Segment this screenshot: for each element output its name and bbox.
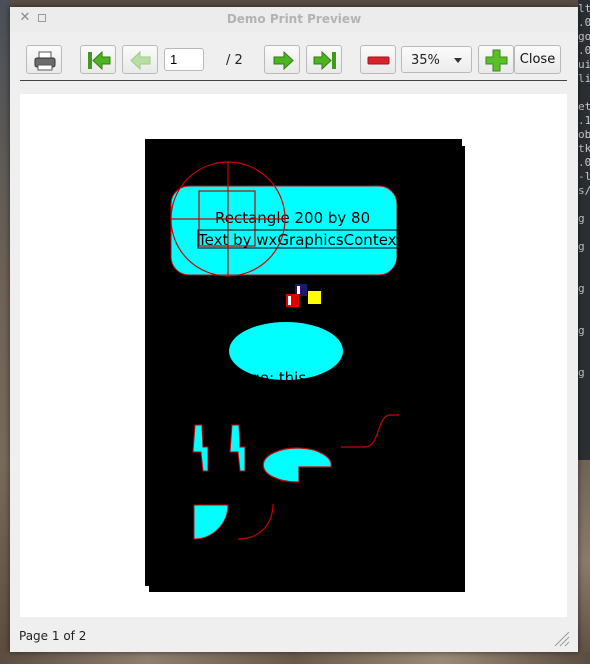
desktop-background-bottom — [0, 652, 590, 664]
first-page-button[interactable] — [80, 45, 116, 74]
bitmap-red-mark — [288, 296, 291, 305]
title-bar[interactable]: ✕ Demo Print Preview — [10, 7, 578, 32]
terminal-line: -l — [578, 170, 590, 183]
arrow-shape-1 — [192, 424, 209, 472]
desktop-background-left — [0, 0, 10, 664]
close-button[interactable]: Close — [514, 45, 561, 74]
last-page-button[interactable] — [306, 45, 342, 74]
terminal-text: ltk-3.0 -I/usr/include/at-spi2-atk/2.0 -… — [578, 2, 590, 380]
zoom-value: 35% — [411, 53, 440, 68]
bitmap-yellow — [308, 291, 321, 304]
previous-page-button[interactable] — [122, 45, 158, 74]
page-preview: Rectangle 200 by 80 Text by wxGraphicsCo… — [145, 139, 462, 586]
terminal-line: ltk-3.0 -I/usr/include/at-spi2-atk/2.0 -… — [578, 2, 590, 15]
status-bar-text: Page 1 of 2 — [19, 629, 87, 643]
terminal-line: g — [578, 240, 585, 253]
zoom-select[interactable]: 35% — [401, 46, 472, 73]
page-total-label: / 2 — [226, 53, 243, 68]
terminal-line: g — [578, 366, 585, 379]
go-last-icon — [313, 50, 336, 71]
bezier-line — [341, 414, 399, 448]
arrow-shape-2 — [229, 424, 246, 472]
go-previous-icon — [130, 50, 151, 71]
terminal-line: g — [578, 212, 585, 225]
desktop-background-right — [578, 460, 590, 664]
go-first-icon — [88, 50, 111, 71]
bitmap-red — [286, 294, 299, 307]
page-drawing: Rectangle 200 by 80 Text by wxGraphicsCo… — [170, 161, 399, 540]
terminal-line: ob — [578, 128, 590, 141]
zoom-in-button[interactable] — [478, 45, 514, 74]
bitmap-blue-mark — [297, 286, 300, 294]
page-number-input[interactable] — [164, 48, 204, 71]
printer-icon — [34, 51, 56, 71]
resize-grip-icon[interactable] — [550, 627, 570, 647]
arc-line — [237, 503, 274, 540]
chevron-down-icon — [454, 58, 462, 63]
terminal-line: ui — [578, 58, 590, 71]
zoom-out-icon — [367, 56, 390, 65]
zoom-out-button[interactable] — [360, 45, 396, 74]
terminal-line: .0 — [578, 16, 590, 29]
terminal-line: li — [578, 72, 590, 85]
terminal-line: et — [578, 100, 590, 113]
zoom-in-icon — [485, 49, 508, 72]
quarter-circle — [193, 504, 229, 540]
terminal-line: s/ — [578, 184, 590, 197]
window-title: Demo Print Preview — [226, 12, 362, 26]
next-page-button[interactable] — [264, 45, 300, 74]
terminal-line: go — [578, 30, 590, 43]
preview-canvas[interactable]: Rectangle 200 by 80 Text by wxGraphicsCo… — [20, 94, 567, 617]
print-preview-window: ✕ Demo Print Preview / 2 — [10, 7, 578, 652]
terminal-line: .0 — [578, 44, 590, 57]
print-button[interactable] — [26, 45, 62, 74]
terminal-line: g — [578, 282, 585, 295]
pie-shape — [262, 447, 332, 483]
terminal-line: g — [578, 324, 585, 337]
ellipse-label: age: this — [241, 369, 306, 387]
toolbar-separator — [20, 80, 567, 81]
go-next-icon — [273, 50, 294, 71]
terminal-line: tk — [578, 142, 590, 155]
terminal-line: .1 — [578, 114, 590, 127]
rectangle-label: Rectangle 200 by 80 — [215, 209, 370, 227]
terminal-line: .0 — [578, 156, 590, 169]
